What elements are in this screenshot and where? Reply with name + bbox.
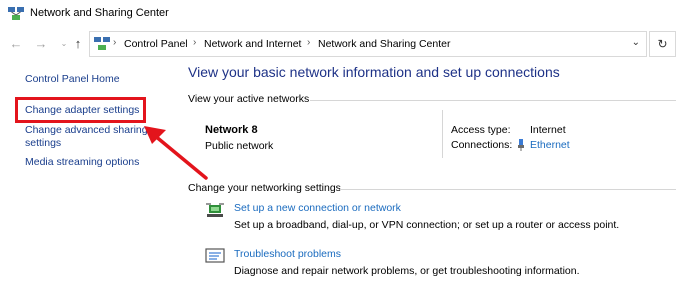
title-bar: Network and Sharing Center	[0, 0, 680, 28]
access-type-value: Internet	[530, 124, 566, 136]
ethernet-connection-link[interactable]: Ethernet	[530, 139, 570, 151]
back-arrow-icon[interactable]: ←	[8, 36, 24, 52]
troubleshoot-problems-link[interactable]: Troubleshoot problems	[234, 248, 341, 260]
section-divider	[310, 100, 676, 101]
navigation-bar: ← → ⌄ ↑ › Control Panel › Network and In…	[0, 28, 680, 60]
control-panel-icon	[94, 37, 110, 50]
connections-label: Connections:	[451, 139, 513, 151]
network-name: Network 8	[205, 124, 258, 136]
vertical-divider	[442, 110, 443, 158]
chevron-right-icon[interactable]: ›	[193, 37, 196, 48]
sidebar-item-change-advanced-sharing-line2[interactable]: settings	[25, 137, 61, 150]
section-divider	[340, 189, 676, 190]
network-type-link[interactable]: Public network	[205, 140, 273, 152]
setup-new-connection-description: Set up a broadband, dial-up, or VPN conn…	[234, 219, 620, 231]
annotation-arrow	[144, 126, 208, 180]
refresh-button[interactable]: ↻	[649, 31, 676, 57]
chevron-right-icon[interactable]: ›	[307, 37, 310, 48]
setup-new-connection-link[interactable]: Set up a new connection or network	[234, 202, 401, 214]
highlight-box	[15, 97, 146, 123]
sidebar-item-change-advanced-sharing[interactable]: Change advanced sharing	[25, 124, 148, 137]
ethernet-icon	[518, 139, 524, 151]
new-connection-icon	[206, 203, 224, 217]
network-center-icon	[8, 7, 24, 20]
address-dropdown-icon[interactable]: ⌄	[632, 37, 640, 48]
breadcrumb-control-panel[interactable]: Control Panel	[124, 38, 188, 50]
active-networks-heading: View your active networks	[188, 93, 310, 105]
breadcrumb-network-and-internet[interactable]: Network and Internet	[204, 38, 301, 50]
page-title: View your basic network information and …	[188, 64, 560, 80]
breadcrumb-network-sharing-center[interactable]: Network and Sharing Center	[318, 38, 451, 50]
troubleshoot-problems-description: Diagnose and repair network problems, or…	[234, 265, 580, 277]
address-bar[interactable]: › Control Panel › Network and Internet ›…	[89, 31, 647, 57]
forward-arrow-icon[interactable]: →	[33, 36, 49, 52]
window-title: Network and Sharing Center	[30, 7, 169, 19]
sidebar-item-control-panel-home[interactable]: Control Panel Home	[25, 73, 120, 86]
access-type-label: Access type:	[451, 124, 511, 136]
refresh-icon: ↻	[657, 37, 668, 51]
networking-settings-heading: Change your networking settings	[188, 182, 341, 194]
troubleshoot-icon	[205, 248, 225, 263]
chevron-right-icon[interactable]: ›	[113, 37, 116, 48]
sidebar-item-media-streaming-options[interactable]: Media streaming options	[25, 156, 139, 169]
up-arrow-icon[interactable]: ↑	[70, 36, 86, 52]
